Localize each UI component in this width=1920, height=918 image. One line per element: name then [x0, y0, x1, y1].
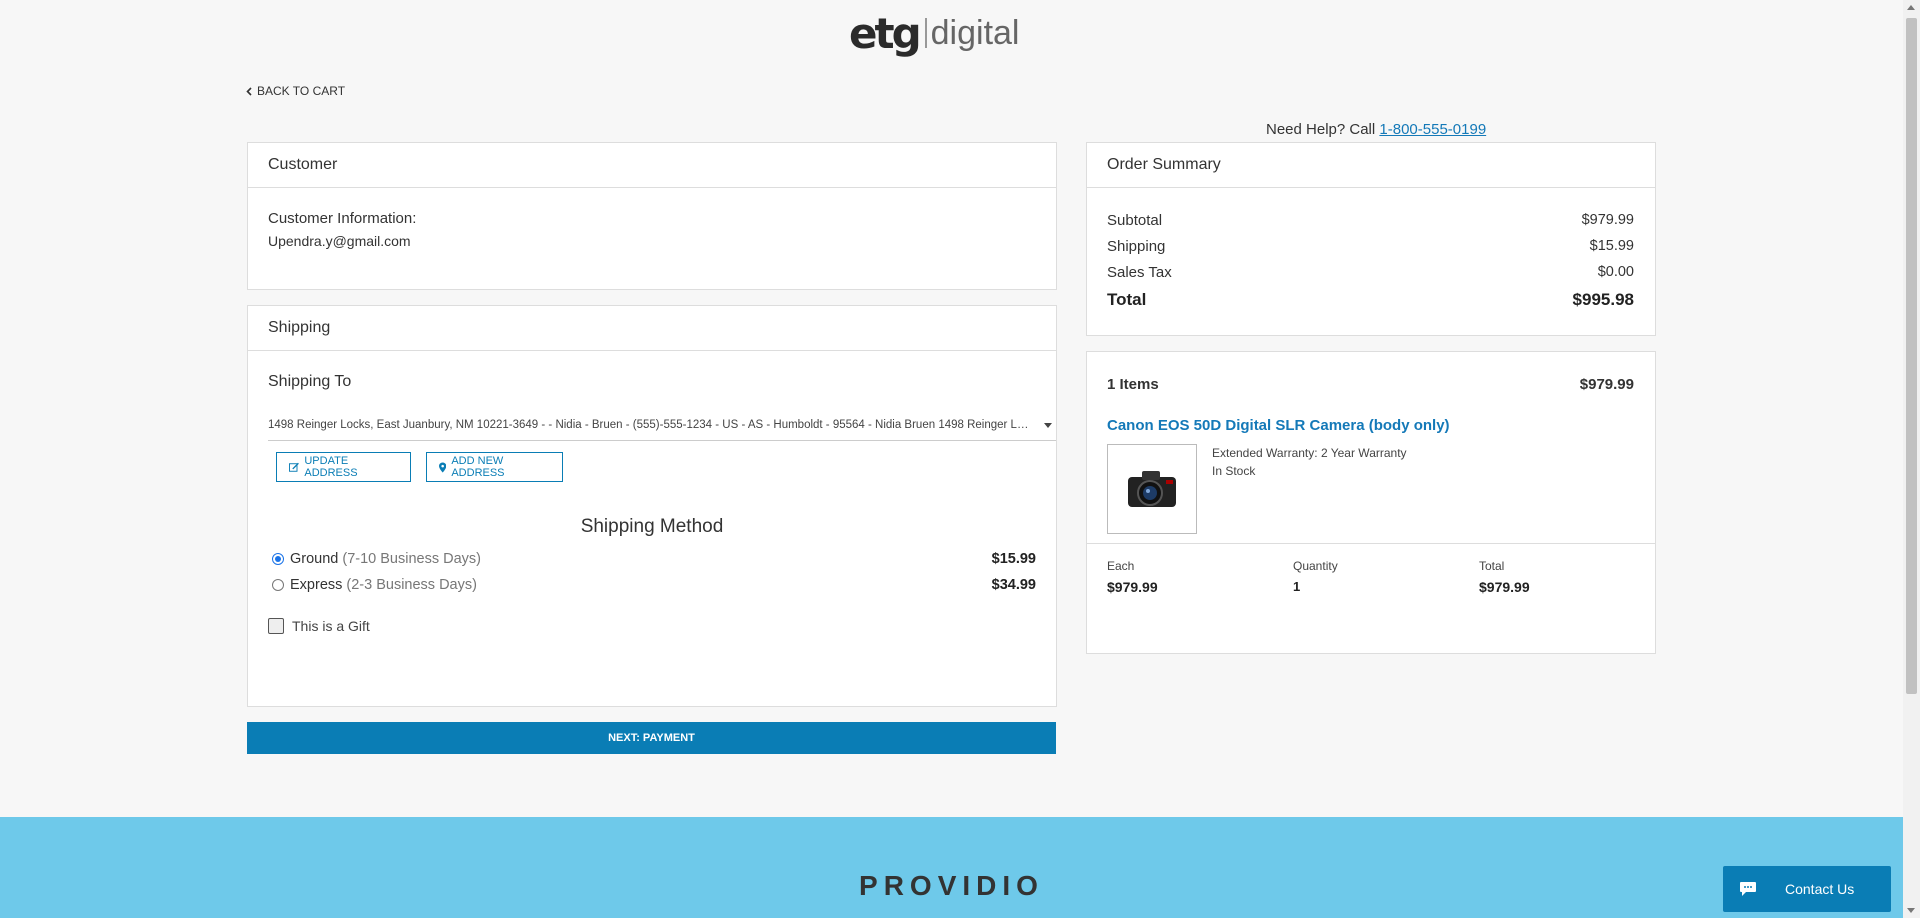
each-label: Each: [1107, 559, 1135, 573]
back-to-cart-label: BACK TO CART: [257, 84, 346, 98]
product-thumbnail[interactable]: [1107, 444, 1197, 534]
shipping-row: Shipping $15.99: [1107, 238, 1634, 255]
line-total-label: Total: [1479, 559, 1505, 573]
help-text: Need Help? Call: [1266, 121, 1380, 138]
page-scrollbar[interactable]: [1903, 0, 1920, 918]
customer-panel-title: Customer: [248, 143, 1056, 188]
item-divider: [1087, 543, 1655, 544]
camera-icon: [1128, 471, 1176, 507]
help-line: Need Help? Call 1-800-555-0199: [1266, 121, 1486, 138]
map-marker-icon: [439, 461, 447, 473]
stock-status: In Stock: [1212, 464, 1256, 478]
footer-brand: PROVIDIO: [859, 870, 1044, 901]
contact-us-label: Contact Us: [1785, 881, 1855, 897]
option-days: (7-10 Business Days): [342, 551, 481, 567]
quantity-value: 1: [1293, 579, 1301, 594]
sales-tax-row: Sales Tax $0.00: [1107, 264, 1634, 281]
items-header: 1 Items $979.99: [1107, 376, 1634, 393]
subtotal-label: Subtotal: [1107, 212, 1163, 229]
shipping-to-label: Shipping To: [268, 373, 352, 390]
shipping-option-express[interactable]: Express (2-3 Business Days) $34.99: [272, 577, 1036, 593]
total-value: $995.98: [1572, 290, 1634, 309]
option-days: (2-3 Business Days): [346, 577, 477, 593]
chat-icon: [1740, 882, 1756, 896]
selected-address: 1498 Reinger Locks, East Juanbury, NM 10…: [268, 419, 1041, 431]
total-row: Total $995.98: [1107, 290, 1634, 310]
option-name: Express: [290, 577, 343, 593]
scroll-up-arrow-icon[interactable]: [1907, 5, 1915, 10]
warranty-text: Extended Warranty: 2 Year Warranty: [1212, 446, 1407, 460]
customer-info-label: Customer Information:: [268, 210, 417, 227]
shipping-panel: Shipping Shipping To 1498 Reinger Locks,…: [247, 305, 1057, 707]
update-address-button[interactable]: UPDATE ADDRESS: [276, 452, 411, 482]
shipping-panel-title: Shipping: [248, 306, 1056, 351]
scroll-down-arrow-icon[interactable]: [1907, 908, 1915, 913]
logo-divider: [924, 18, 927, 48]
customer-email: Upendra.y@gmail.com: [268, 233, 411, 249]
each-value: $979.99: [1107, 579, 1158, 595]
gift-checkbox[interactable]: [268, 618, 284, 634]
total-label: Total: [1107, 290, 1147, 309]
quantity-column: Quantity 1: [1293, 559, 1338, 594]
update-address-label: UPDATE ADDRESS: [304, 455, 358, 479]
line-total-value: $979.99: [1479, 579, 1530, 595]
chevron-left-icon: [246, 86, 252, 96]
site-footer: PROVIDIO: [0, 817, 1903, 918]
order-summary-panel: Order Summary Subtotal $979.99 Shipping …: [1086, 142, 1656, 336]
site-logo[interactable]: etg digital: [849, 8, 1019, 58]
sales-tax-value: $0.00: [1597, 264, 1634, 280]
logo-mark: etg: [849, 8, 922, 58]
help-phone-link[interactable]: 1-800-555-0199: [1379, 121, 1486, 138]
next-payment-button[interactable]: NEXT: PAYMENT: [247, 722, 1056, 754]
line-total-column: Total $979.99: [1479, 559, 1530, 595]
items-total: $979.99: [1579, 376, 1634, 393]
express-radio[interactable]: [272, 579, 284, 591]
edit-icon: [289, 462, 299, 472]
customer-panel: Customer Customer Information: Upendra.y…: [247, 142, 1057, 290]
product-name-link[interactable]: Canon EOS 50D Digital SLR Camera (body o…: [1107, 417, 1450, 434]
gift-label: This is a Gift: [292, 618, 370, 634]
order-summary-title: Order Summary: [1087, 143, 1655, 188]
sales-tax-label: Sales Tax: [1107, 264, 1172, 281]
add-new-address-button[interactable]: ADD NEW ADDRESS: [426, 452, 563, 482]
quantity-label: Quantity: [1293, 559, 1338, 573]
cart-items-panel: 1 Items $979.99 Canon EOS 50D Digital SL…: [1086, 351, 1656, 654]
option-name: Ground: [290, 551, 339, 567]
shipping-option-ground[interactable]: Ground (7-10 Business Days) $15.99: [272, 551, 1036, 567]
add-new-address-label: ADD NEW ADDRESS: [451, 455, 505, 479]
contact-us-button[interactable]: Contact Us: [1723, 866, 1891, 912]
scroll-thumb[interactable]: [1906, 18, 1917, 694]
shipping-value: $15.99: [1589, 238, 1634, 254]
subtotal-row: Subtotal $979.99: [1107, 212, 1634, 229]
items-count: 1 Items: [1107, 376, 1159, 393]
back-to-cart-link[interactable]: BACK TO CART: [246, 84, 345, 98]
option-price: $15.99: [991, 551, 1036, 567]
option-price: $34.99: [991, 577, 1036, 593]
logo-text: digital: [930, 13, 1020, 52]
shipping-label: Shipping: [1107, 238, 1166, 255]
ground-radio[interactable]: [272, 553, 284, 565]
subtotal-value: $979.99: [1581, 212, 1634, 228]
each-column: Each $979.99: [1107, 559, 1158, 595]
shipping-method-title: Shipping Method: [580, 516, 724, 537]
gift-option[interactable]: This is a Gift: [268, 618, 370, 634]
shipping-address-select[interactable]: 1498 Reinger Locks, East Juanbury, NM 10…: [268, 410, 1056, 441]
caret-down-icon: [1044, 422, 1052, 428]
